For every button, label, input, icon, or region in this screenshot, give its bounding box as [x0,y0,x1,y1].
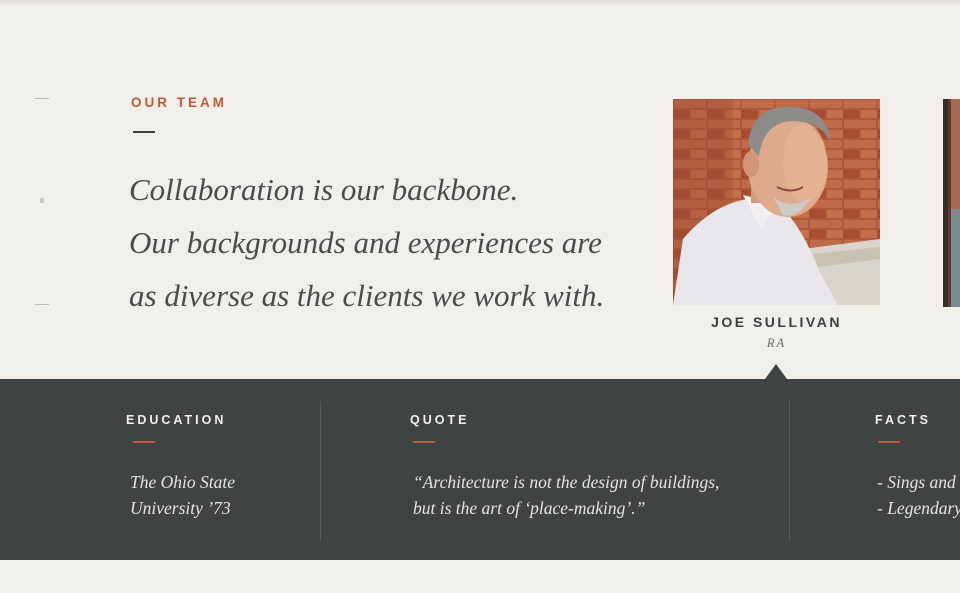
education-line: University ’73 [130,498,231,518]
facts-line: - Sings and [877,472,956,492]
side-nav-mark[interactable] [35,98,49,99]
education-line: The Ohio State [130,472,235,492]
next-member-photo[interactable] [943,99,960,307]
facts-text: - Sings and - Legendary [877,469,960,521]
headline-line: as diverse as the clients we work with. [129,278,605,313]
next-portrait-illustration [943,99,960,307]
side-nav-dot[interactable] [40,198,44,203]
team-member-name[interactable]: JOE SULLIVAN [673,314,880,330]
headline-line: Our backgrounds and experiences are [129,225,602,260]
quote-line: but is the art of ‘place-making’.” [413,498,646,518]
quote-rule [413,441,435,443]
column-divider [320,401,321,541]
section-eyebrow: OUR TEAM [131,95,227,110]
education-rule [133,441,155,443]
facts-heading: FACTS [875,413,931,427]
column-divider [789,401,790,541]
eyebrow-rule [133,131,155,133]
headline-line: Collaboration is our backbone. [129,172,519,207]
education-text: The Ohio State University ’73 [130,469,235,521]
member-details-panel: EDUCATION The Ohio State University ’73 … [0,379,960,560]
quote-heading: QUOTE [410,413,470,427]
education-heading: EDUCATION [126,413,227,427]
quote-line: “Architecture is not the design of build… [413,472,720,492]
portrait-illustration [673,99,880,305]
facts-rule [878,441,900,443]
quote-text: “Architecture is not the design of build… [413,469,719,521]
selected-member-pointer [765,364,787,379]
section-headline: Collaboration is our backbone. Our backg… [129,163,649,322]
team-member-title: RA [766,336,787,350]
facts-line: - Legendary [877,498,960,518]
team-member-photo[interactable] [673,99,880,305]
next-section-edge [0,560,960,593]
side-nav-mark[interactable] [35,304,49,305]
top-edge-shadow [0,0,960,6]
